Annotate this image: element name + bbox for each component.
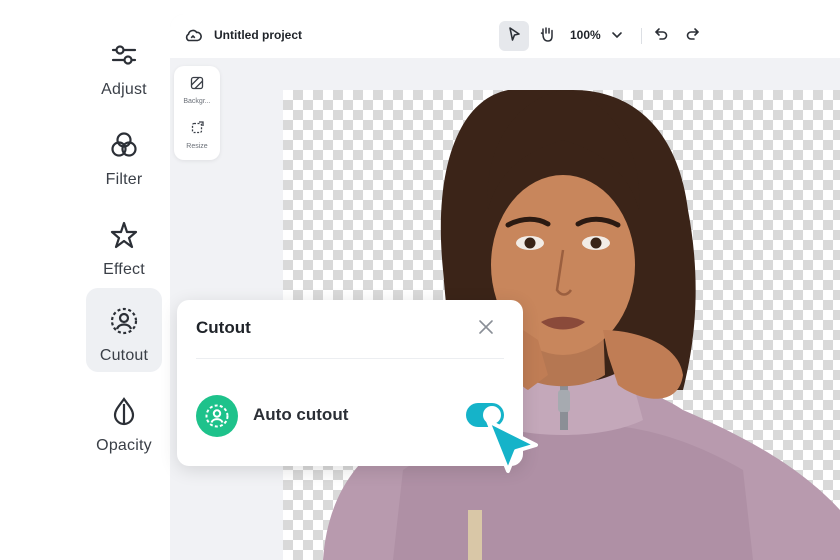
resize-tool-label: Resize: [186, 143, 208, 150]
project-title[interactable]: Untitled project: [214, 28, 302, 42]
close-icon: [478, 319, 494, 340]
tool-sidebar: Adjust Filter Effect Cutout Opacity: [80, 14, 170, 466]
background-tool-label: Backgr...: [183, 98, 211, 105]
background-icon: [190, 76, 204, 95]
sidebar-item-filter[interactable]: Filter: [86, 112, 162, 196]
hand-tool-button[interactable]: [532, 21, 562, 51]
sidebar-item-opacity[interactable]: Opacity: [86, 378, 162, 462]
sidebar-item-label: Filter: [105, 171, 143, 188]
editor-screen: Adjust Filter Effect Cutout Opacity Unti…: [0, 0, 840, 560]
sidebar-item-effect[interactable]: Effect: [86, 202, 162, 286]
chevron-down-icon[interactable]: [608, 26, 626, 44]
sidebar-item-cutout[interactable]: Cutout: [86, 288, 162, 372]
zoom-level[interactable]: 100%: [570, 28, 601, 42]
sidebar-item-label: Adjust: [101, 81, 147, 98]
hand-icon: [538, 25, 556, 48]
star-sparkle-icon: [109, 220, 139, 255]
resize-tool[interactable]: Resize: [174, 121, 220, 150]
divider: [196, 358, 504, 359]
sidebar-item-label: Cutout: [99, 347, 149, 364]
redo-button[interactable]: [678, 21, 708, 51]
sidebar-item-label: Effect: [103, 261, 145, 278]
cutout-panel: Cutout Auto cutout: [177, 300, 523, 466]
top-toolbar: Untitled project 100%: [170, 14, 840, 58]
redo-icon: [685, 26, 701, 47]
select-pointer-icon: [506, 26, 522, 47]
cutout-person-icon: [109, 306, 139, 341]
mouse-pointer-icon: [480, 415, 544, 479]
resize-icon: [190, 121, 204, 140]
canvas-tools-panel: Backgr... Resize: [174, 66, 220, 160]
auto-cutout-icon: [196, 395, 238, 437]
background-tool[interactable]: Backgr...: [174, 76, 220, 105]
droplet-icon: [109, 396, 139, 431]
sidebar-item-adjust[interactable]: Adjust: [86, 22, 162, 106]
select-tool-button[interactable]: [499, 21, 529, 51]
circles-icon: [109, 130, 139, 165]
sliders-icon: [109, 40, 139, 75]
close-button[interactable]: [475, 318, 497, 340]
cloud-icon[interactable]: [182, 25, 204, 47]
sidebar-item-label: Opacity: [96, 437, 152, 454]
auto-cutout-label: Auto cutout: [253, 405, 349, 424]
undo-button[interactable]: [646, 21, 676, 51]
cutout-panel-title: Cutout: [196, 318, 251, 337]
undo-icon: [653, 26, 669, 47]
toolbar-divider: [641, 28, 642, 44]
